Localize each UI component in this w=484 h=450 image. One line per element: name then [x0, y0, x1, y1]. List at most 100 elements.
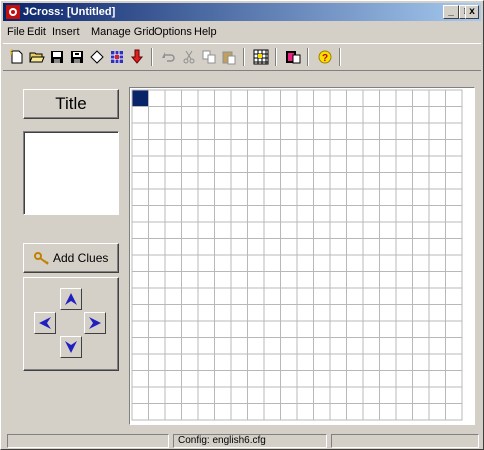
grid-cell[interactable]	[379, 304, 397, 322]
move-right-button[interactable]	[84, 312, 106, 334]
grid-cell[interactable]	[395, 370, 413, 388]
grid-cell[interactable]	[412, 337, 430, 355]
grid-cell[interactable]	[296, 370, 314, 388]
grid-cell[interactable]	[164, 403, 182, 421]
grid-cell[interactable]	[247, 205, 265, 223]
grid-cell[interactable]	[164, 155, 182, 173]
grid-cell[interactable]	[362, 139, 380, 157]
grid-cell[interactable]	[280, 320, 298, 338]
grid-cell[interactable]	[131, 271, 149, 289]
save-icon[interactable]	[47, 47, 67, 67]
grid-cell[interactable]	[346, 155, 364, 173]
grid-cell[interactable]	[379, 139, 397, 157]
grid-cell[interactable]	[445, 221, 463, 239]
grid-cell[interactable]	[247, 403, 265, 421]
grid-cell[interactable]	[197, 238, 215, 256]
grid-cell[interactable]	[214, 403, 232, 421]
grid-cell[interactable]	[346, 238, 364, 256]
grid-cell[interactable]	[247, 221, 265, 239]
grid-cell[interactable]	[362, 353, 380, 371]
grid-cell[interactable]	[148, 139, 166, 157]
grid-cell[interactable]	[148, 353, 166, 371]
grid-cell[interactable]	[131, 205, 149, 223]
grid-cell[interactable]	[313, 304, 331, 322]
grid-cell[interactable]	[247, 106, 265, 124]
grid-cell[interactable]	[280, 370, 298, 388]
grid-cell[interactable]	[148, 304, 166, 322]
grid-cell[interactable]	[197, 403, 215, 421]
grid-cell[interactable]	[263, 254, 281, 272]
grid-cell[interactable]	[164, 188, 182, 206]
grid-cell[interactable]	[280, 386, 298, 404]
grid-cell[interactable]	[329, 403, 347, 421]
grid-cell[interactable]	[379, 320, 397, 338]
grid-canvas[interactable]	[130, 88, 474, 424]
grid-cell[interactable]	[230, 337, 248, 355]
grid-cell[interactable]	[197, 287, 215, 305]
grid-cell[interactable]	[164, 172, 182, 190]
grid-cell[interactable]	[214, 122, 232, 140]
grid-cell[interactable]	[280, 155, 298, 173]
grid-cell[interactable]	[164, 370, 182, 388]
grid-cell[interactable]	[445, 304, 463, 322]
grid-cell[interactable]	[412, 386, 430, 404]
save-as-icon[interactable]	[67, 47, 87, 67]
grid-cell[interactable]	[181, 139, 199, 157]
grid-cell[interactable]	[346, 320, 364, 338]
grid-cell[interactable]	[214, 238, 232, 256]
grid-cell[interactable]	[214, 139, 232, 157]
grid-cell[interactable]	[395, 238, 413, 256]
grid-cell[interactable]	[428, 403, 446, 421]
grid-cell[interactable]	[214, 271, 232, 289]
paste-icon[interactable]	[219, 47, 239, 67]
down-arrow-icon[interactable]	[127, 47, 147, 67]
grid-cell[interactable]	[148, 106, 166, 124]
grid-cell[interactable]	[197, 205, 215, 223]
grid-cell[interactable]	[148, 370, 166, 388]
grid-pattern-icon[interactable]	[107, 47, 127, 67]
grid-cell[interactable]	[148, 386, 166, 404]
grid-cell[interactable]	[280, 221, 298, 239]
grid-cell[interactable]	[412, 221, 430, 239]
grid-cell[interactable]	[247, 337, 265, 355]
grid-cell[interactable]	[329, 287, 347, 305]
grid-cell[interactable]	[263, 271, 281, 289]
grid-cell[interactable]	[395, 287, 413, 305]
grid-cell[interactable]	[230, 353, 248, 371]
grid-cell[interactable]	[181, 254, 199, 272]
grid-cell[interactable]	[296, 221, 314, 239]
grid-cell[interactable]	[346, 188, 364, 206]
grid-cell[interactable]	[230, 386, 248, 404]
grid-cell[interactable]	[131, 106, 149, 124]
grid-cell[interactable]	[362, 386, 380, 404]
grid-cell[interactable]	[263, 238, 281, 256]
grid-cell[interactable]	[164, 106, 182, 124]
grid-cell[interactable]	[313, 172, 331, 190]
grid-cell[interactable]	[164, 139, 182, 157]
grid-cell[interactable]	[131, 353, 149, 371]
grid-cell[interactable]	[362, 205, 380, 223]
cut-icon[interactable]	[179, 47, 199, 67]
grid-cell[interactable]	[362, 106, 380, 124]
grid-cell[interactable]	[445, 106, 463, 124]
grid-cell[interactable]	[197, 188, 215, 206]
grid-cell[interactable]	[346, 287, 364, 305]
grid-cell[interactable]	[313, 271, 331, 289]
grid-cell[interactable]	[313, 205, 331, 223]
grid-cell[interactable]	[131, 122, 149, 140]
grid-cell[interactable]	[428, 353, 446, 371]
move-left-button[interactable]	[34, 312, 56, 334]
grid-cell[interactable]	[313, 386, 331, 404]
grid-cell[interactable]	[181, 122, 199, 140]
grid-cell[interactable]	[296, 403, 314, 421]
grid-cell[interactable]	[181, 205, 199, 223]
grid-cell[interactable]	[445, 172, 463, 190]
grid-cell[interactable]	[263, 386, 281, 404]
grid-cell[interactable]	[296, 386, 314, 404]
grid-cell[interactable]	[428, 254, 446, 272]
grid-cell[interactable]	[296, 89, 314, 107]
grid-cell[interactable]	[148, 89, 166, 107]
grid-cell[interactable]	[214, 353, 232, 371]
grid-cell[interactable]	[263, 370, 281, 388]
grid-cell[interactable]	[230, 155, 248, 173]
